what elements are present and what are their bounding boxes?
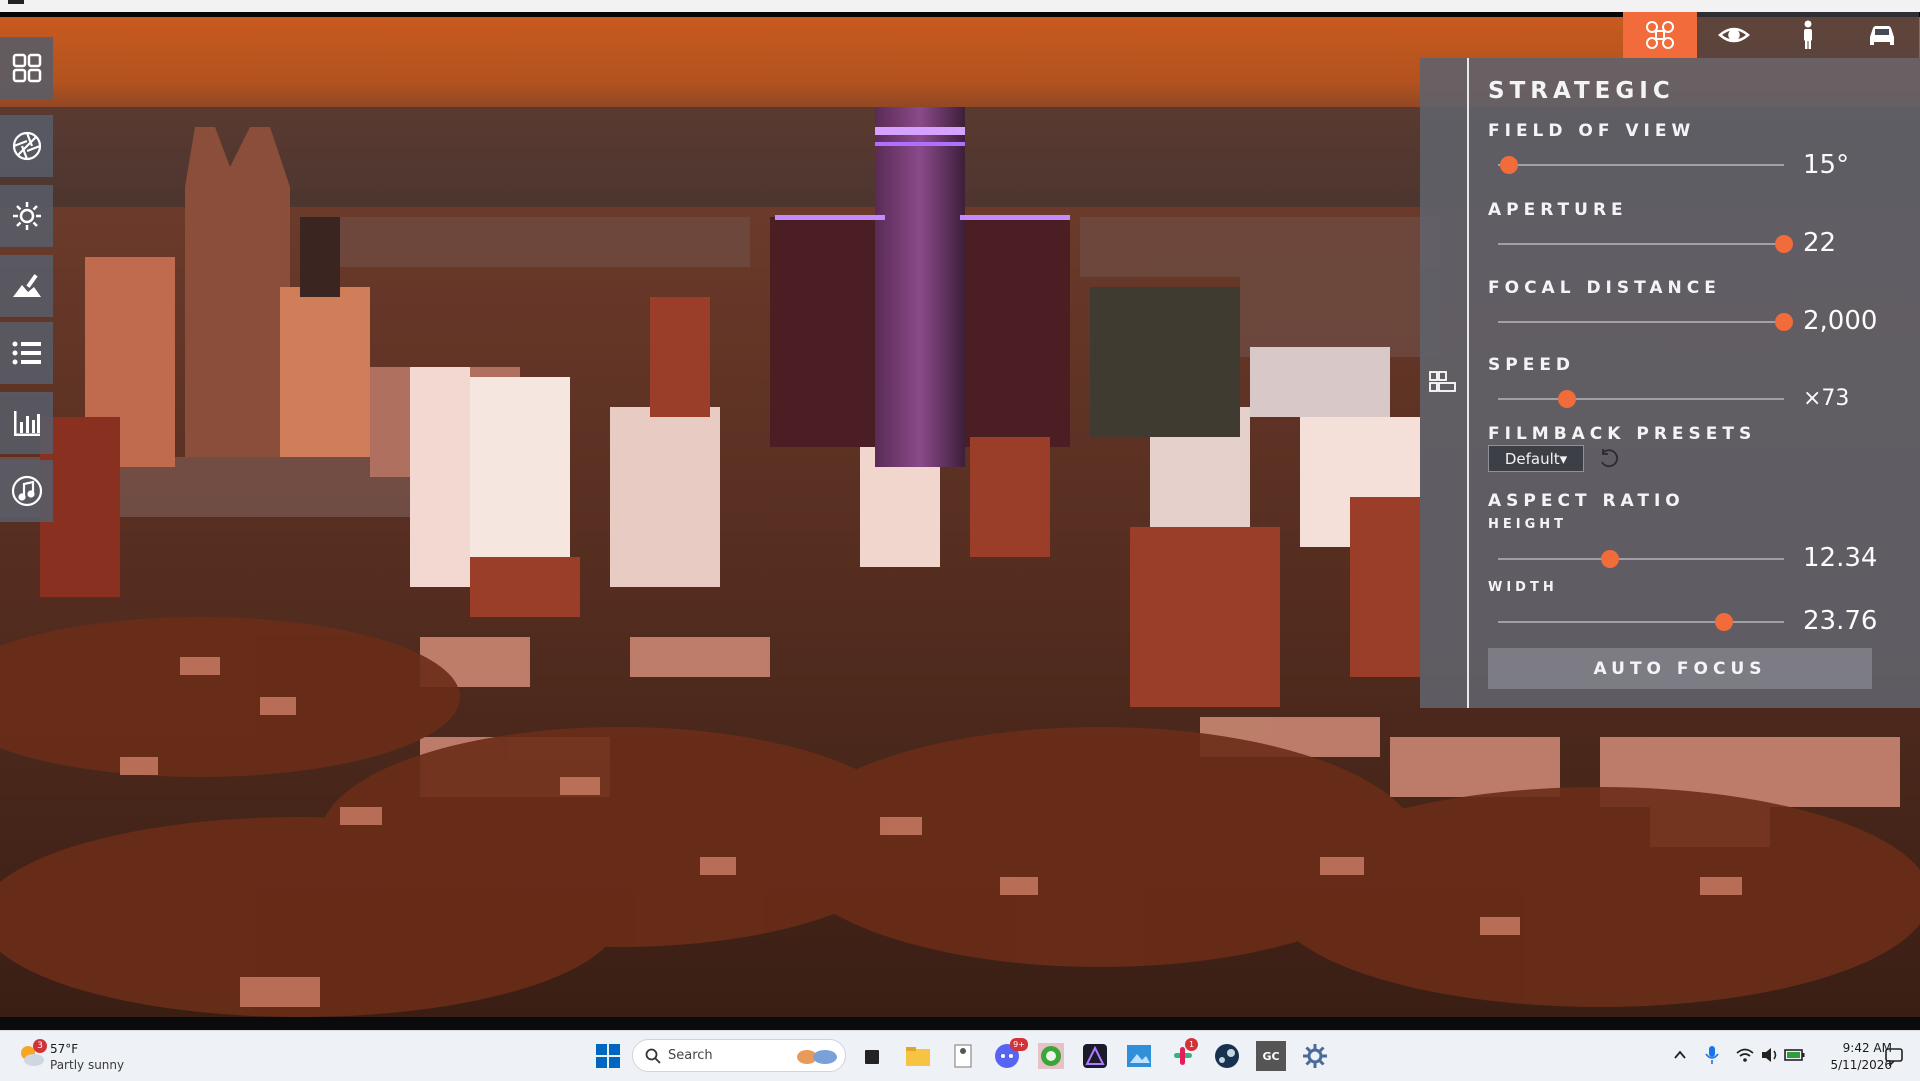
weather-notification-badge: 3 <box>33 1039 47 1053</box>
speed-slider-knob[interactable] <box>1557 390 1576 408</box>
reset-icon[interactable] <box>1597 447 1621 471</box>
fov-value: 15° <box>1803 150 1850 180</box>
rail-aperture-button[interactable] <box>0 115 53 177</box>
aspect-ratio-label: ASPECT RATIO <box>1488 491 1685 511</box>
person-icon <box>1804 20 1812 49</box>
photos-icon[interactable] <box>1124 1041 1154 1071</box>
filmback-preset-dropdown[interactable]: Default▾ <box>1488 445 1584 472</box>
weather-temperature[interactable]: 57°F <box>50 1042 78 1056</box>
terrain-brush-icon <box>12 274 41 297</box>
bar-chart-icon <box>13 411 40 436</box>
affinity-icon[interactable] <box>1080 1041 1110 1071</box>
width-value: 23.76 <box>1803 606 1878 636</box>
tab-vehicle-camera[interactable] <box>1845 12 1919 58</box>
search-highlight-icon <box>797 1050 837 1064</box>
fov-slider-knob[interactable] <box>1500 156 1519 174</box>
discord-notification-badge: 9+ <box>1010 1038 1028 1051</box>
focal-distance-label: FOCAL DISTANCE <box>1488 278 1721 298</box>
height-value: 12.34 <box>1803 543 1878 573</box>
fov-label: FIELD OF VIEW <box>1488 121 1696 141</box>
list-icon <box>12 341 41 365</box>
width-slider-knob[interactable] <box>1714 613 1733 631</box>
green-app-icon[interactable] <box>1036 1041 1066 1071</box>
wifi-icon[interactable] <box>1735 1046 1755 1064</box>
panel-divider <box>1467 58 1469 708</box>
focal-distance-slider[interactable] <box>1498 313 1793 331</box>
aperture-label: APERTURE <box>1488 200 1628 220</box>
aperture-slider-knob[interactable] <box>1775 235 1793 253</box>
music-note-icon <box>11 475 42 507</box>
task-view-icon[interactable] <box>857 1041 887 1071</box>
speed-value: ×73 <box>1803 386 1850 411</box>
aperture-icon <box>12 131 41 161</box>
layout-toggle-icon[interactable] <box>1429 371 1457 393</box>
speed-label: SPEED <box>1488 355 1576 375</box>
tab-drone-camera[interactable] <box>1623 12 1697 58</box>
camera-settings-panel: STRATEGIC FIELD OF VIEW 15° APERTURE 22 … <box>1420 58 1920 708</box>
width-slider[interactable] <box>1498 613 1784 631</box>
rail-statistics-button[interactable] <box>0 392 53 454</box>
start-icon[interactable] <box>593 1041 623 1071</box>
panel-title: STRATEGIC <box>1488 78 1675 104</box>
drone-icon <box>1646 21 1674 49</box>
rail-radio-button[interactable] <box>0 460 53 522</box>
camera-mode-tabs <box>1623 12 1920 58</box>
eye-icon <box>1718 27 1750 43</box>
car-icon <box>1870 26 1894 45</box>
sun-icon <box>12 202 41 230</box>
speed-slider[interactable] <box>1498 390 1784 408</box>
taskbar-search[interactable]: Search <box>632 1039 846 1072</box>
focal-distance-value: 2,000 <box>1803 306 1878 336</box>
chevron-up-icon[interactable] <box>1672 1047 1688 1063</box>
search-label: Search <box>668 1048 713 1063</box>
gc-app-icon[interactable]: GC <box>1256 1041 1286 1071</box>
weather-description[interactable]: Partly sunny <box>50 1058 124 1072</box>
slack-notification-badge: 1 <box>1185 1038 1198 1051</box>
search-icon <box>645 1048 661 1064</box>
focal-distance-slider-knob[interactable] <box>1775 313 1793 331</box>
aperture-value: 22 <box>1803 228 1837 258</box>
window-icon <box>8 0 24 4</box>
window-title-strip <box>0 0 1920 12</box>
rail-terrain-button[interactable] <box>0 255 53 317</box>
height-slider[interactable] <box>1498 550 1784 568</box>
height-slider-knob[interactable] <box>1600 550 1619 568</box>
tab-photo-camera[interactable] <box>1697 12 1771 58</box>
rail-list-button[interactable] <box>0 322 53 384</box>
clock-date[interactable]: 5/11/2026 <box>1812 1058 1892 1072</box>
tab-pedestrian-camera[interactable] <box>1771 12 1845 58</box>
fov-slider[interactable] <box>1498 156 1784 174</box>
filmback-label: FILMBACK PRESETS <box>1488 424 1757 444</box>
notification-icon[interactable] <box>1884 1046 1904 1066</box>
clock-time[interactable]: 9:42 AM <box>1812 1041 1892 1055</box>
notepad-icon[interactable] <box>948 1041 978 1071</box>
auto-focus-button[interactable]: AUTO FOCUS <box>1488 648 1872 689</box>
steam-icon[interactable] <box>1212 1041 1242 1071</box>
height-label: HEIGHT <box>1488 517 1568 532</box>
width-label: WIDTH <box>1488 580 1558 595</box>
grid-icon <box>12 53 41 83</box>
microphone-icon[interactable] <box>1703 1045 1721 1065</box>
speaker-icon[interactable] <box>1760 1046 1780 1064</box>
file-explorer-icon[interactable] <box>903 1041 933 1071</box>
rail-grid-button[interactable] <box>0 37 53 99</box>
aperture-slider[interactable] <box>1498 235 1793 253</box>
rail-sun-button[interactable] <box>0 185 53 247</box>
settings-icon[interactable] <box>1300 1041 1330 1071</box>
battery-icon[interactable] <box>1784 1046 1806 1064</box>
viewport-bottom-border <box>0 1017 1920 1030</box>
taskbar: 3 57°F Partly sunny Search 9+ 1 GC 9:42 … <box>0 1030 1920 1081</box>
